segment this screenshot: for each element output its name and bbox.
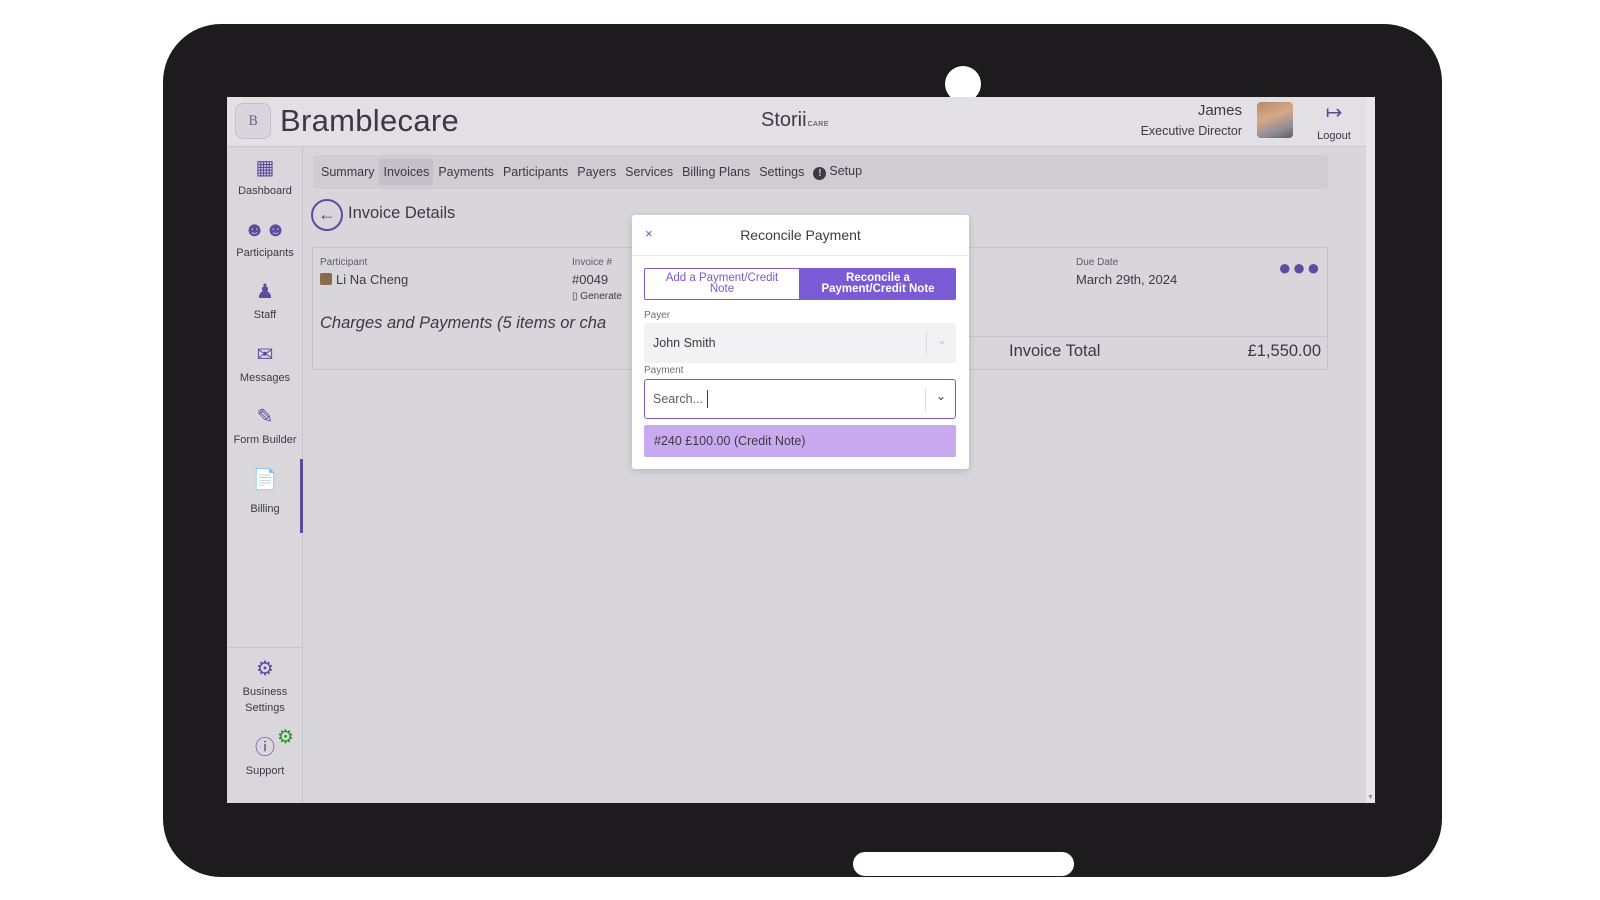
tab-billing-plans[interactable]: Billing Plans <box>678 159 754 185</box>
sidebar-item-label: Billing <box>250 503 280 515</box>
mode-toggle: Add a Payment/Credit Note Reconcile a Pa… <box>644 268 956 300</box>
payer-label: Payer <box>644 310 671 321</box>
logo-mark: B <box>248 113 258 129</box>
tab-setup-label: Setup <box>829 164 863 178</box>
staff-icon: ♟ <box>256 281 274 303</box>
sidebar-item-label: Participants <box>236 247 294 259</box>
logout-icon: ↦ <box>1325 102 1343 124</box>
participant-name: Li Na Cheng <box>336 272 409 287</box>
generated-note: ▯ Generate <box>572 291 622 302</box>
scroll-down-icon[interactable]: ▼ <box>1366 794 1375 801</box>
label-line-2: Settings <box>245 702 285 714</box>
user-avatar[interactable] <box>1257 102 1293 138</box>
payer-value: John Smith <box>653 336 716 350</box>
more-options-icon[interactable]: ●●● <box>1278 257 1321 279</box>
chevron-down-icon[interactable]: ⌄ <box>937 333 947 347</box>
billing-icon: 📄 <box>252 469 278 491</box>
gear-icon: ⚙ <box>256 658 274 680</box>
label-line-1: Business <box>242 686 288 698</box>
tab-settings[interactable]: Settings <box>755 159 808 185</box>
text-cursor <box>707 390 708 408</box>
modal-divider <box>632 255 969 256</box>
tab-payers[interactable]: Payers <box>573 159 620 185</box>
sidebar-item-dashboard[interactable]: ▦ Dashboard <box>227 157 303 199</box>
sidebar-item-staff[interactable]: ♟ Staff <box>227 281 303 323</box>
payer-select[interactable]: John Smith ⌄ <box>644 323 956 363</box>
participant-avatar <box>320 273 332 285</box>
top-bar: B Bramblecare StoriiCARE James Executive… <box>227 97 1375 147</box>
sidebar-item-label: Support <box>245 765 285 777</box>
logout-label: Logout <box>1317 130 1351 142</box>
chat-icon: ✉ <box>256 344 274 366</box>
alert-icon: ! <box>813 167 827 180</box>
invoice-total-value: £1,550.00 <box>1247 342 1321 360</box>
payment-placeholder: Search... <box>653 392 704 406</box>
payment-option[interactable]: #240 £100.00 (Credit Note) <box>644 425 956 457</box>
invoice-total-label: Invoice Total <box>1009 342 1101 360</box>
reconcile-payment-modal: × Reconcile Payment Add a Payment/Credit… <box>632 215 969 469</box>
modal-title: Reconcile Payment <box>740 227 861 243</box>
sidebar-item-participants[interactable]: ☻☻ Participants <box>227 219 303 261</box>
user-role: Executive Director <box>1140 124 1242 138</box>
chevron-down-icon[interactable]: ⌄ <box>936 389 946 403</box>
select-separator <box>926 332 927 354</box>
product-logo: StoriiCARE <box>761 109 829 132</box>
sidebar-item-form-builder[interactable]: ✎ Form Builder <box>227 406 303 448</box>
participant-label: Participant <box>320 257 368 268</box>
people-icon: ☻☻ <box>243 219 287 241</box>
back-button[interactable]: ← <box>311 199 343 231</box>
sidebar-item-label: Business Settings <box>227 684 303 716</box>
logo-icon[interactable]: B <box>235 103 271 139</box>
payment-search-input[interactable]: Search... ⌄ <box>644 379 956 419</box>
due-date-value: March 29th, 2024 <box>1076 272 1178 287</box>
sidebar: ▦ Dashboard ☻☻ Participants ♟ Staff ✉ Me… <box>227 147 303 803</box>
invoice-number-label: Invoice # <box>572 257 613 268</box>
charges-heading: Charges and Payments (5 items or cha <box>320 314 607 332</box>
tab-payments[interactable]: Payments <box>434 159 498 185</box>
payment-label: Payment <box>644 365 684 376</box>
select-separator <box>925 389 926 411</box>
participant-value[interactable]: Li Na Cheng <box>320 272 408 287</box>
generated-text: Generate <box>580 291 622 302</box>
form-builder-icon: ✎ <box>256 406 274 428</box>
tab-summary[interactable]: Summary <box>317 159 378 185</box>
page-title: Invoice Details <box>348 204 456 222</box>
tab-invoices[interactable]: Invoices <box>379 159 434 185</box>
scrollbar[interactable]: ▼ <box>1366 97 1375 803</box>
product-name: Storii <box>761 109 807 131</box>
product-suffix: CARE <box>807 121 830 128</box>
sidebar-item-billing[interactable]: 📄 Billing <box>227 469 303 517</box>
tab-setup[interactable]: ! Setup <box>809 158 866 186</box>
tab-participants[interactable]: Participants <box>499 159 572 185</box>
reconcile-payment-tab[interactable]: Reconcile a Payment/Credit Note <box>800 268 956 300</box>
status-gear-icon: ⚙ <box>277 727 295 748</box>
grid-icon: ▦ <box>255 157 275 179</box>
sidebar-item-label: Messages <box>239 372 291 384</box>
invoice-number-value: #0049 <box>572 272 609 287</box>
add-payment-tab[interactable]: Add a Payment/Credit Note <box>644 268 800 300</box>
sidebar-item-business-settings[interactable]: ⚙ Business Settings <box>227 658 303 716</box>
home-button[interactable] <box>853 852 1074 876</box>
brand-name: Bramblecare <box>280 103 460 138</box>
sidebar-divider <box>227 647 303 648</box>
tab-services[interactable]: Services <box>621 159 677 185</box>
billing-tabs: Summary Invoices Payments Participants P… <box>313 155 1328 189</box>
arrow-left-icon: ← <box>318 204 336 224</box>
sidebar-item-label: Form Builder <box>233 434 297 446</box>
logout-button[interactable]: ↦ Logout <box>1310 103 1358 142</box>
document-icon: ▯ <box>572 291 578 302</box>
sidebar-item-label: Dashboard <box>238 185 292 197</box>
app-screen: B Bramblecare StoriiCARE James Executive… <box>227 97 1375 803</box>
total-divider <box>963 336 1327 337</box>
due-date-label: Due Date <box>1076 257 1119 268</box>
sidebar-item-messages[interactable]: ✉ Messages <box>227 344 303 386</box>
payment-option-label: #240 £100.00 (Credit Note) <box>654 434 806 448</box>
user-name: James <box>1197 102 1242 119</box>
sidebar-item-label: Staff <box>253 309 277 321</box>
